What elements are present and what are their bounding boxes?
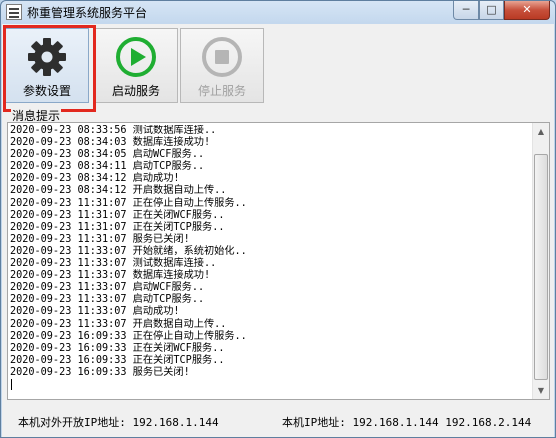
stop-icon [202, 37, 242, 77]
log-line: 2020-09-23 11:33:07 启动TCP服务.. [10, 294, 205, 306]
close-button[interactable]: ✕ [504, 1, 550, 20]
log-line: 2020-09-23 11:31:07 服务已关闭! [10, 233, 190, 245]
external-ip-label: 本机对外开放IP地址: 192.168.1.144 [18, 416, 219, 429]
scroll-up-icon[interactable]: ▲ [533, 123, 549, 140]
log-line: 2020-09-23 16:09:33 正在停止自动上传服务.. [10, 330, 247, 342]
stop-service-label: 停止服务 [197, 84, 246, 98]
log-line: 2020-09-23 08:34:11 启动TCP服务.. [10, 161, 205, 173]
log-line: 2020-09-23 11:31:07 正在停止自动上传服务.. [10, 197, 247, 209]
maximize-button[interactable]: □ [479, 1, 504, 20]
scroll-down-icon[interactable]: ▼ [533, 382, 549, 399]
log-line: 2020-09-23 11:33:07 测试数据库连接.. [10, 258, 217, 270]
scrollbar-thumb[interactable] [534, 154, 548, 380]
minimize-button[interactable]: ─ [453, 1, 479, 20]
log-line: 2020-09-23 08:34:03 数据库连接成功! [10, 137, 211, 149]
start-service-button[interactable]: 启动服务 [94, 28, 178, 103]
log-line: 2020-09-23 11:33:07 启动成功! [10, 306, 180, 318]
log-textbox[interactable]: 2020-09-23 08:33:56 测试数据库连接.. 2020-09-23 … [7, 122, 550, 400]
window-title: 称重管理系统服务平台 [27, 6, 148, 20]
log-text: 2020-09-23 08:33:56 测试数据库连接.. 2020-09-23 … [10, 125, 528, 397]
play-icon [116, 37, 156, 77]
local-ip-label: 本机IP地址: 192.168.1.144 192.168.2.144 [282, 416, 532, 429]
gear-icon [28, 38, 66, 76]
log-line: 2020-09-23 16:09:33 正在关闭TCP服务.. [10, 354, 225, 366]
client-area: 参数设置 启动服务 停止服务 消息提示 2020-09-23 08:33:56 … [2, 24, 554, 437]
vertical-scrollbar[interactable]: ▲ ▼ [532, 123, 549, 399]
settings-button[interactable]: 参数设置 [5, 28, 89, 103]
app-icon [6, 4, 22, 20]
log-line: 2020-09-23 11:33:07 数据库连接成功! [10, 270, 211, 282]
log-line: 2020-09-23 16:09:33 正在关闭WCF服务.. [10, 342, 225, 354]
log-line: 2020-09-23 11:33:07 开始就绪，系统初始化.. [10, 245, 247, 257]
log-line: 2020-09-23 08:34:12 开启数据自动上传.. [10, 185, 227, 197]
log-line: 2020-09-23 11:33:07 启动WCF服务.. [10, 282, 205, 294]
log-line: 2020-09-23 11:31:07 正在关闭TCP服务.. [10, 221, 225, 233]
log-line: 2020-09-23 11:33:07 开启数据自动上传.. [10, 318, 227, 330]
text-caret [11, 379, 12, 390]
log-line: 2020-09-23 08:34:05 启动WCF服务.. [10, 149, 205, 161]
main-window: 称重管理系统服务平台 ─ □ ✕ 参数设置 启动服务 停止服务 消息提示 202… [0, 0, 556, 438]
start-service-label: 启动服务 [111, 84, 160, 98]
log-line: 2020-09-23 11:31:07 正在关闭WCF服务.. [10, 209, 225, 221]
settings-label: 参数设置 [22, 84, 71, 98]
log-line: 2020-09-23 16:09:33 服务已关闭! [10, 366, 190, 378]
log-line: 2020-09-23 08:34:12 启动成功! [10, 173, 180, 185]
log-line: 2020-09-23 08:33:56 测试数据库连接.. [10, 125, 217, 136]
stop-service-button[interactable]: 停止服务 [180, 28, 264, 103]
title-bar[interactable]: 称重管理系统服务平台 ─ □ ✕ [1, 1, 555, 23]
